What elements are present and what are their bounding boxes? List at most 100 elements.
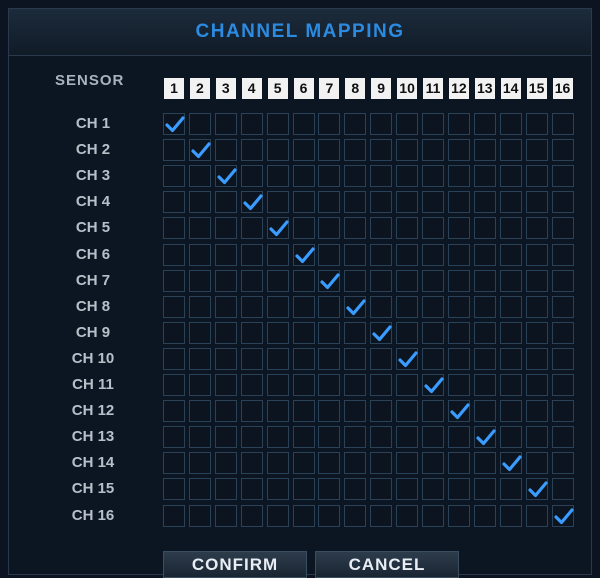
- mapping-checkbox-ch5-sensor6[interactable]: [292, 217, 315, 240]
- mapping-checkbox-ch12-sensor10[interactable]: [396, 400, 419, 423]
- mapping-checkbox-ch2-sensor10[interactable]: [396, 139, 419, 162]
- mapping-checkbox-ch14-sensor7[interactable]: [318, 452, 341, 475]
- mapping-checkbox-ch15-sensor7[interactable]: [318, 478, 341, 501]
- mapping-checkbox-ch7-sensor7[interactable]: [318, 269, 341, 292]
- mapping-checkbox-ch3-sensor11[interactable]: [422, 165, 444, 188]
- mapping-checkbox-ch13-sensor4[interactable]: [240, 426, 263, 449]
- mapping-checkbox-ch8-sensor5[interactable]: [266, 295, 289, 318]
- mapping-checkbox-ch15-sensor1[interactable]: [163, 478, 185, 501]
- mapping-checkbox-ch4-sensor14[interactable]: [499, 191, 522, 214]
- mapping-checkbox-ch15-sensor11[interactable]: [422, 478, 444, 501]
- mapping-checkbox-ch10-sensor11[interactable]: [422, 347, 444, 370]
- mapping-checkbox-ch1-sensor6[interactable]: [292, 113, 315, 135]
- mapping-checkbox-ch6-sensor13[interactable]: [473, 243, 496, 266]
- mapping-checkbox-ch8-sensor12[interactable]: [447, 295, 470, 318]
- mapping-checkbox-ch1-sensor15[interactable]: [525, 113, 548, 135]
- mapping-checkbox-ch5-sensor9[interactable]: [370, 217, 393, 240]
- mapping-checkbox-ch3-sensor16[interactable]: [551, 165, 574, 188]
- mapping-checkbox-ch11-sensor12[interactable]: [447, 374, 470, 396]
- mapping-checkbox-ch13-sensor5[interactable]: [266, 426, 289, 449]
- mapping-checkbox-ch4-sensor2[interactable]: [188, 191, 211, 214]
- mapping-checkbox-ch4-sensor16[interactable]: [551, 191, 574, 214]
- mapping-checkbox-ch15-sensor8[interactable]: [344, 478, 367, 501]
- mapping-checkbox-ch2-sensor5[interactable]: [266, 139, 289, 162]
- mapping-checkbox-ch13-sensor7[interactable]: [318, 426, 341, 449]
- mapping-checkbox-ch12-sensor5[interactable]: [266, 400, 289, 423]
- mapping-checkbox-ch10-sensor3[interactable]: [214, 347, 237, 370]
- mapping-checkbox-ch9-sensor8[interactable]: [344, 321, 367, 344]
- mapping-checkbox-ch13-sensor16[interactable]: [551, 426, 574, 449]
- mapping-checkbox-ch6-sensor5[interactable]: [266, 243, 289, 266]
- mapping-checkbox-ch15-sensor9[interactable]: [370, 478, 393, 501]
- mapping-checkbox-ch5-sensor2[interactable]: [188, 217, 211, 240]
- mapping-checkbox-ch15-sensor15[interactable]: [525, 478, 548, 501]
- mapping-checkbox-ch1-sensor16[interactable]: [551, 113, 574, 135]
- mapping-checkbox-ch3-sensor15[interactable]: [525, 165, 548, 188]
- mapping-checkbox-ch7-sensor16[interactable]: [551, 269, 574, 292]
- mapping-checkbox-ch5-sensor10[interactable]: [396, 217, 419, 240]
- mapping-checkbox-ch5-sensor5[interactable]: [266, 217, 289, 240]
- mapping-checkbox-ch7-sensor11[interactable]: [422, 269, 444, 292]
- mapping-checkbox-ch15-sensor16[interactable]: [551, 478, 574, 501]
- mapping-checkbox-ch8-sensor7[interactable]: [318, 295, 341, 318]
- mapping-checkbox-ch2-sensor9[interactable]: [370, 139, 393, 162]
- mapping-checkbox-ch5-sensor1[interactable]: [163, 217, 185, 240]
- mapping-checkbox-ch2-sensor8[interactable]: [344, 139, 367, 162]
- mapping-checkbox-ch2-sensor15[interactable]: [525, 139, 548, 162]
- mapping-checkbox-ch5-sensor16[interactable]: [551, 217, 574, 240]
- mapping-checkbox-ch8-sensor3[interactable]: [214, 295, 237, 318]
- mapping-checkbox-ch8-sensor9[interactable]: [370, 295, 393, 318]
- mapping-checkbox-ch14-sensor10[interactable]: [396, 452, 419, 475]
- mapping-checkbox-ch6-sensor3[interactable]: [214, 243, 237, 266]
- mapping-checkbox-ch6-sensor7[interactable]: [318, 243, 341, 266]
- mapping-checkbox-ch11-sensor15[interactable]: [525, 374, 548, 396]
- mapping-checkbox-ch16-sensor8[interactable]: [344, 504, 367, 527]
- mapping-checkbox-ch12-sensor16[interactable]: [551, 400, 574, 423]
- mapping-checkbox-ch2-sensor14[interactable]: [499, 139, 522, 162]
- mapping-checkbox-ch11-sensor3[interactable]: [214, 374, 237, 396]
- mapping-checkbox-ch9-sensor1[interactable]: [163, 321, 185, 344]
- mapping-checkbox-ch10-sensor6[interactable]: [292, 347, 315, 370]
- mapping-checkbox-ch12-sensor7[interactable]: [318, 400, 341, 423]
- mapping-checkbox-ch15-sensor3[interactable]: [214, 478, 237, 501]
- mapping-checkbox-ch13-sensor9[interactable]: [370, 426, 393, 449]
- mapping-checkbox-ch8-sensor13[interactable]: [473, 295, 496, 318]
- mapping-checkbox-ch4-sensor6[interactable]: [292, 191, 315, 214]
- mapping-checkbox-ch9-sensor15[interactable]: [525, 321, 548, 344]
- mapping-checkbox-ch9-sensor9[interactable]: [370, 321, 393, 344]
- mapping-checkbox-ch15-sensor10[interactable]: [396, 478, 419, 501]
- mapping-checkbox-ch6-sensor1[interactable]: [163, 243, 185, 266]
- confirm-button[interactable]: CONFIRM: [163, 551, 307, 578]
- mapping-checkbox-ch1-sensor8[interactable]: [344, 113, 367, 135]
- mapping-checkbox-ch15-sensor13[interactable]: [473, 478, 496, 501]
- mapping-checkbox-ch4-sensor4[interactable]: [240, 191, 263, 214]
- mapping-checkbox-ch16-sensor9[interactable]: [370, 504, 393, 527]
- mapping-checkbox-ch5-sensor14[interactable]: [499, 217, 522, 240]
- mapping-checkbox-ch13-sensor1[interactable]: [163, 426, 185, 449]
- mapping-checkbox-ch13-sensor15[interactable]: [525, 426, 548, 449]
- mapping-checkbox-ch12-sensor2[interactable]: [188, 400, 211, 423]
- mapping-checkbox-ch14-sensor4[interactable]: [240, 452, 263, 475]
- mapping-checkbox-ch9-sensor7[interactable]: [318, 321, 341, 344]
- mapping-checkbox-ch15-sensor4[interactable]: [240, 478, 263, 501]
- mapping-checkbox-ch9-sensor5[interactable]: [266, 321, 289, 344]
- mapping-checkbox-ch12-sensor3[interactable]: [214, 400, 237, 423]
- mapping-checkbox-ch7-sensor6[interactable]: [292, 269, 315, 292]
- mapping-checkbox-ch7-sensor1[interactable]: [163, 269, 185, 292]
- mapping-checkbox-ch16-sensor1[interactable]: [163, 504, 185, 527]
- mapping-checkbox-ch3-sensor6[interactable]: [292, 165, 315, 188]
- mapping-checkbox-ch12-sensor11[interactable]: [422, 400, 444, 423]
- mapping-checkbox-ch16-sensor15[interactable]: [525, 504, 548, 527]
- mapping-checkbox-ch10-sensor13[interactable]: [473, 347, 496, 370]
- mapping-checkbox-ch11-sensor11[interactable]: [422, 374, 444, 396]
- mapping-checkbox-ch1-sensor4[interactable]: [240, 113, 263, 135]
- mapping-checkbox-ch7-sensor3[interactable]: [214, 269, 237, 292]
- mapping-checkbox-ch6-sensor16[interactable]: [551, 243, 574, 266]
- mapping-checkbox-ch1-sensor5[interactable]: [266, 113, 289, 135]
- mapping-checkbox-ch14-sensor15[interactable]: [525, 452, 548, 475]
- mapping-checkbox-ch10-sensor1[interactable]: [163, 347, 185, 370]
- mapping-checkbox-ch9-sensor12[interactable]: [447, 321, 470, 344]
- mapping-checkbox-ch16-sensor6[interactable]: [292, 504, 315, 527]
- mapping-checkbox-ch2-sensor16[interactable]: [551, 139, 574, 162]
- mapping-checkbox-ch13-sensor14[interactable]: [499, 426, 522, 449]
